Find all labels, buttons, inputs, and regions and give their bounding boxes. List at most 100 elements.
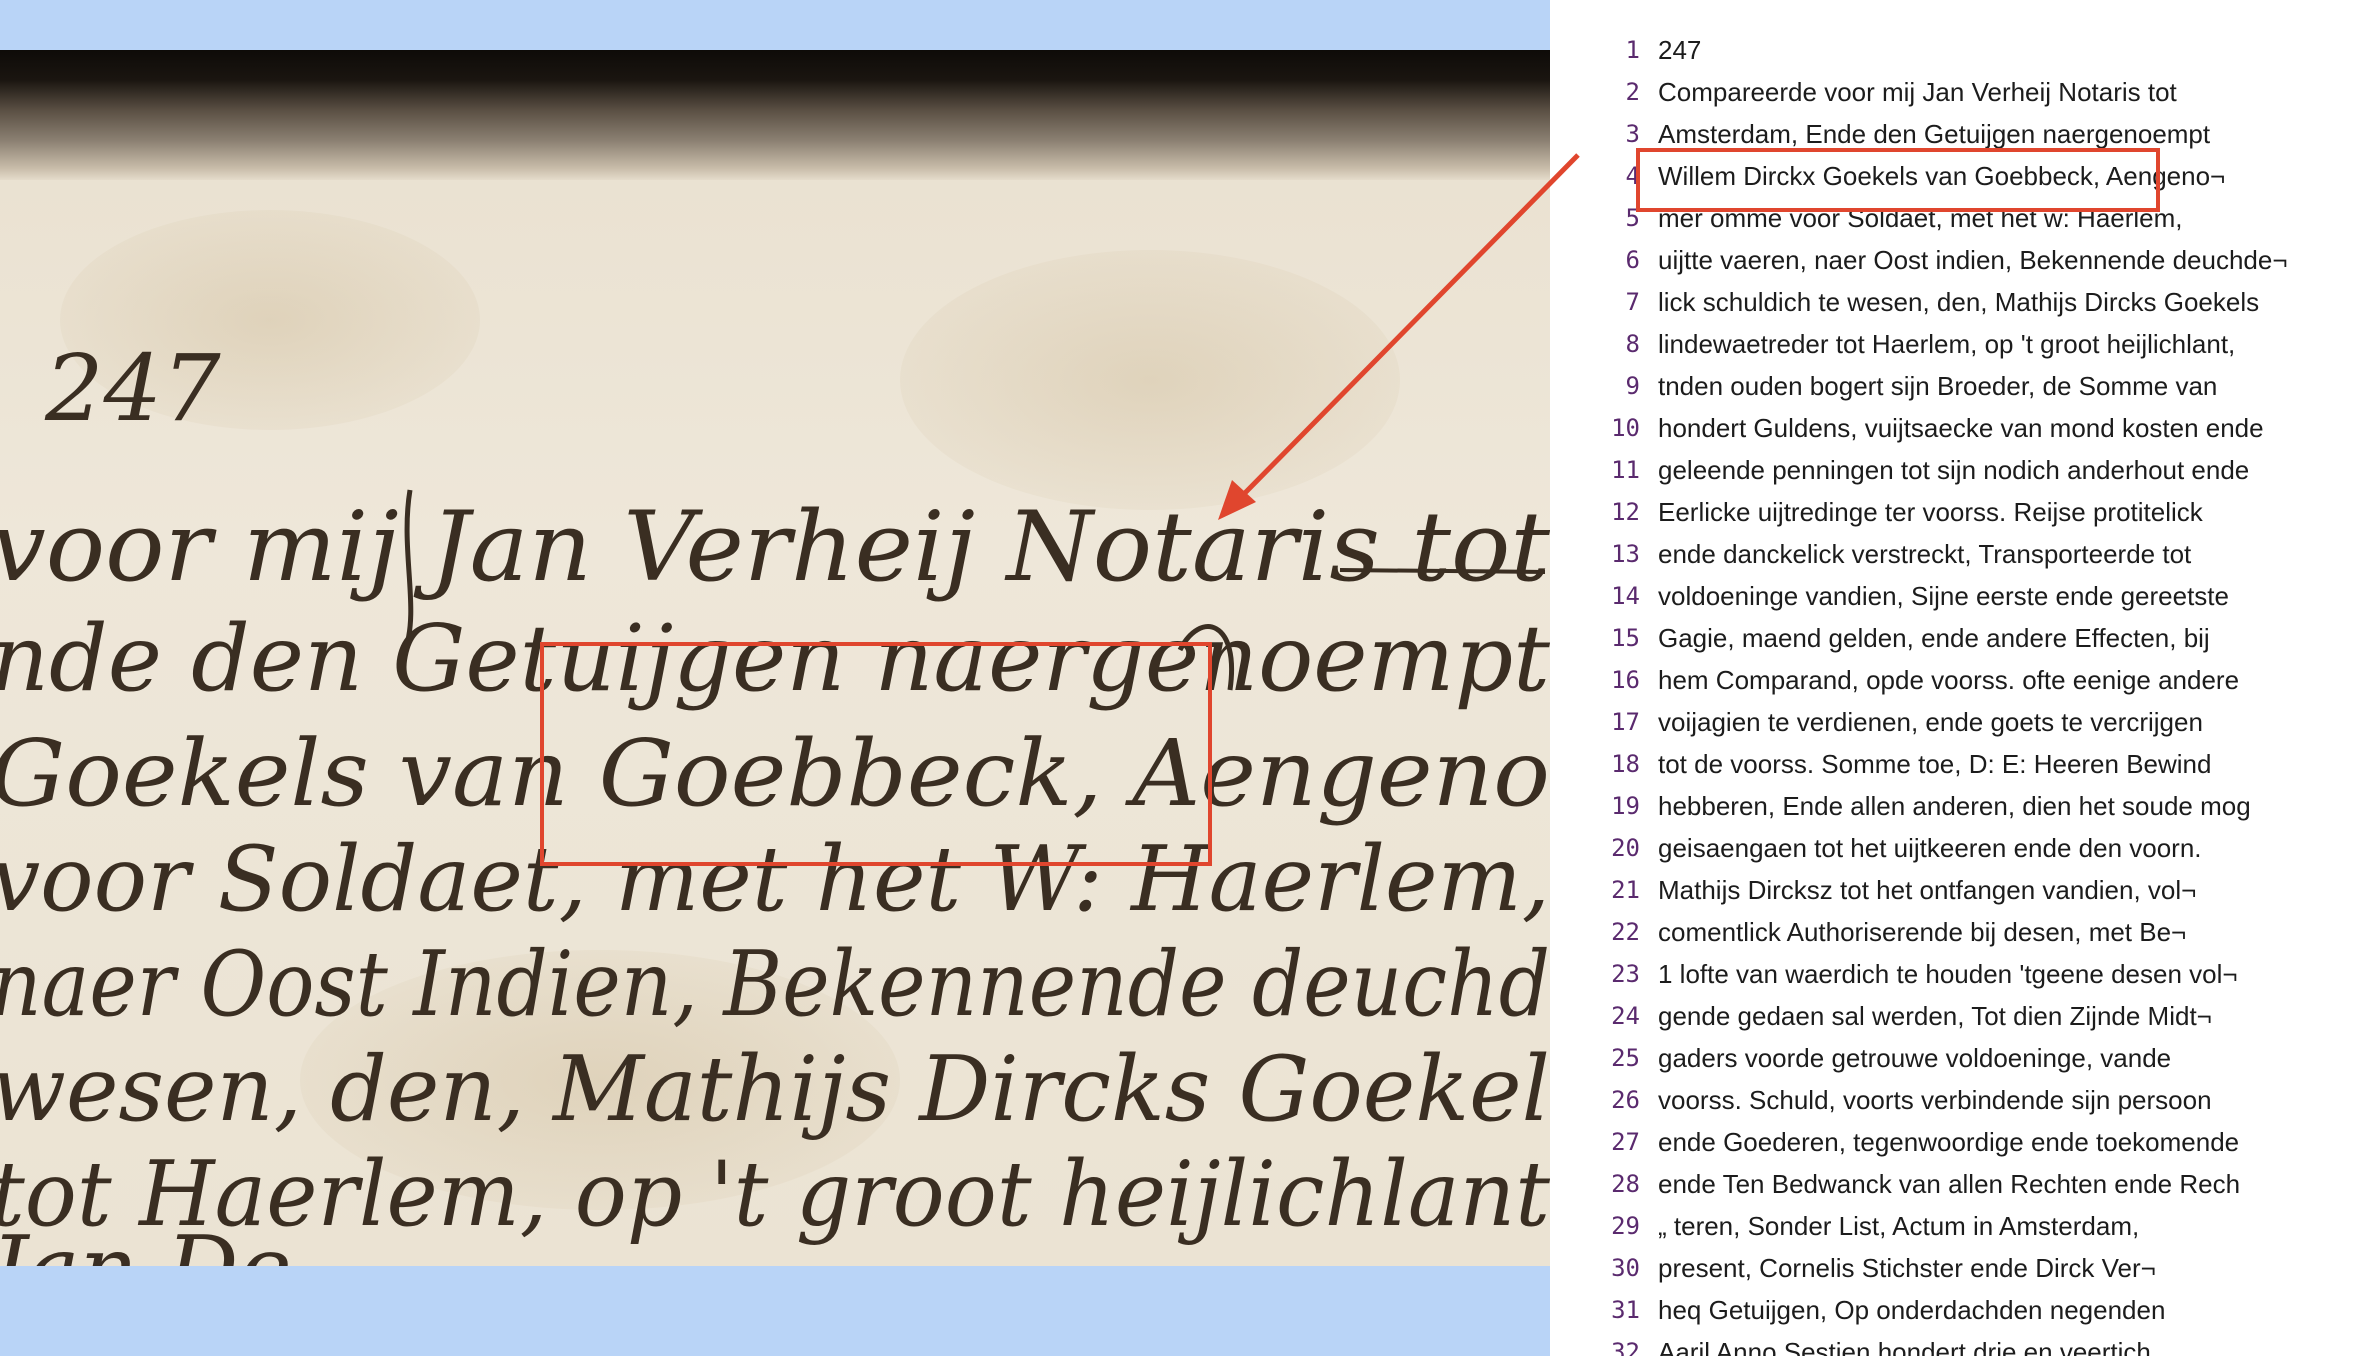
line-number: 29 [1611,1212,1640,1240]
line-text[interactable]: Eerlicke uijtredinge ter voorss. Reijse … [1658,497,2203,528]
line-number: 9 [1625,372,1640,400]
line-text[interactable]: 1 lofte van waerdich te houden 'tgeene d… [1658,959,2238,990]
transcription-line[interactable]: 9 tnden ouden bogert sijn Broeder, de Som… [1550,365,2360,407]
transcription-line[interactable]: 14 voldoeninge vandien, Sijne eerste ende… [1550,575,2360,617]
transcription-line[interactable]: 4 Willem Dirckx Goekels van Goebbeck, Aen… [1550,155,2360,197]
transcription-line[interactable]: 25 gaders voorde getrouwe voldoeninge, va… [1550,1037,2360,1079]
transcription-line[interactable]: 2 Compareerde voor mij Jan Verheij Notari… [1550,71,2360,113]
line-number: 13 [1611,540,1640,568]
line-number: 11 [1611,456,1640,484]
line-number: 26 [1611,1086,1640,1114]
line-text[interactable]: heq Getuijgen, Op onderdachden negenden [1658,1295,2165,1326]
handwritten-line: naer Oost Indien, Bekennende deuchd [0,932,1550,1037]
transcription-line[interactable]: 12 Eerlicke uijtredinge ter voorss. Reijs… [1550,491,2360,533]
line-number: 17 [1611,708,1640,736]
transcription-line[interactable]: 3 Amsterdam, Ende den Getuijgen naergenoe… [1550,113,2360,155]
transcription-line[interactable]: 23 1 lofte van waerdich te houden 'tgeene… [1550,953,2360,995]
transcription-line[interactable]: 22 comentlick Authoriserende bij desen, m… [1550,911,2360,953]
transcription-line[interactable]: 32 Aaril Anno Sestien hondert drie en vee… [1550,1331,2360,1356]
transcription-line[interactable]: 15 Gagie, maend gelden, ende andere Effec… [1550,617,2360,659]
line-text[interactable]: geleende penningen tot sijn nodich ander… [1658,455,2249,486]
line-text[interactable]: Willem Dirckx Goekels van Goebbeck, Aeng… [1658,161,2225,192]
line-number: 14 [1611,582,1640,610]
line-text[interactable]: hebberen, Ende allen anderen, dien het s… [1658,791,2251,822]
line-number: 32 [1611,1338,1640,1356]
transcription-line[interactable]: 17 voijagien te verdienen, ende goets te … [1550,701,2360,743]
line-text[interactable]: present, Cornelis Stichster ende Dirck V… [1658,1253,2156,1284]
transcription-line[interactable]: 6 uijtte vaeren, naer Oost indien, Bekenn… [1550,239,2360,281]
line-number: 6 [1625,246,1640,274]
line-text[interactable]: ende Goederen, tegenwoordige ende toekom… [1658,1127,2239,1158]
line-number: 4 [1625,162,1640,190]
line-text[interactable]: comentlick Authoriserende bij desen, met… [1658,917,2186,948]
transcription-line[interactable]: 10 hondert Guldens, vuijtsaecke van mond … [1550,407,2360,449]
transcription-line[interactable]: 1 247 [1550,29,2360,71]
line-text[interactable]: ende danckelick verstreckt, Transporteer… [1658,539,2191,570]
line-number: 23 [1611,960,1640,988]
line-number: 30 [1611,1254,1640,1282]
line-text[interactable]: Aaril Anno Sestien hondert drie en veert… [1658,1337,2151,1356]
transcription-line[interactable]: 27 ende Goederen, tegenwoordige ende toek… [1550,1121,2360,1163]
transcription-line[interactable]: 28 ende Ten Bedwanck van allen Rechten en… [1550,1163,2360,1205]
line-text[interactable]: Gagie, maend gelden, ende andere Effecte… [1658,623,2210,654]
line-text[interactable]: hem Comparand, opde voorss. ofte eenige … [1658,665,2239,696]
line-text[interactable]: Mathijs Dircksz tot het ontfangen vandie… [1658,875,2196,906]
transcription-line[interactable]: 30 present, Cornelis Stichster ende Dirck… [1550,1247,2360,1289]
line-text[interactable]: lindewaetreder tot Haerlem, op 't groot … [1658,329,2235,360]
transcription-line[interactable]: 20 geisaengaen tot het uijtkeeren ende de… [1550,827,2360,869]
line-number: 28 [1611,1170,1640,1198]
transcription-line[interactable]: 31 heq Getuijgen, Op onderdachden negende… [1550,1289,2360,1331]
transcription-line[interactable]: 7 lick schuldich te wesen, den, Mathijs D… [1550,281,2360,323]
transcription-line[interactable]: 16 hem Comparand, opde voorss. ofte eenig… [1550,659,2360,701]
transcription-line[interactable]: 21 Mathijs Dircksz tot het ontfangen vand… [1550,869,2360,911]
handwritten-line: Jan De [0,1217,292,1266]
handwritten-line: voor mij Jan Verheij Notaris tot [0,491,1550,603]
line-number: 7 [1625,288,1640,316]
transcription-line[interactable]: 24 gende gedaen sal werden, Tot dien Zijn… [1550,995,2360,1037]
line-text[interactable]: 247 [1658,35,1701,66]
line-number: 25 [1611,1044,1640,1072]
transcription-line[interactable]: 26 voorss. Schuld, voorts verbindende sij… [1550,1079,2360,1121]
line-number: 16 [1611,666,1640,694]
line-text[interactable]: geisaengaen tot het uijtkeeren ende den … [1658,833,2202,864]
handwritten-line: voor Soldaet, met het W: Haerlem, [0,827,1550,932]
line-text[interactable]: hondert Guldens, vuijtsaecke van mond ko… [1658,413,2264,444]
line-text[interactable]: uijtte vaeren, naer Oost indien, Bekenne… [1658,245,2288,276]
line-text[interactable]: gaders voorde getrouwe voldoeninge, vand… [1658,1043,2171,1074]
transcription-line[interactable]: 13 ende danckelick verstreckt, Transporte… [1550,533,2360,575]
line-number: 20 [1611,834,1640,862]
transcription-panel[interactable]: 1 247 2 Compareerde voor mij Jan Verheij No… [1550,0,2360,1356]
scan-viewer[interactable]: 247 voor mij Jan Verheij Notaris tot nde… [0,0,1550,1356]
line-text[interactable]: Amsterdam, Ende den Getuijgen naergenoem… [1658,119,2210,150]
line-number: 2 [1625,78,1640,106]
line-text[interactable]: ende Ten Bedwanck van allen Rechten ende… [1658,1169,2240,1200]
line-number: 18 [1611,750,1640,778]
handwritten-line: Goekels van Goebbeck, Aengeno [0,720,1550,827]
manuscript-scan-image[interactable]: 247 voor mij Jan Verheij Notaris tot nde… [0,50,1550,1266]
handwritten-page-number: 247 [44,335,221,442]
transcription-line[interactable]: 29 „ teren, Sonder List, Actum in Amsterd… [1550,1205,2360,1247]
line-text[interactable]: tot de voorss. Somme toe, D: E: Heeren B… [1658,749,2211,780]
line-text[interactable]: tnden ouden bogert sijn Broeder, de Somm… [1658,371,2217,402]
line-text[interactable]: „ teren, Sonder List, Actum in Amsterdam… [1658,1211,2139,1242]
transcription-line[interactable]: 5 mer omme voor Soldaet, met het w: Haerl… [1550,197,2360,239]
line-text[interactable]: lick schuldich te wesen, den, Mathijs Di… [1658,287,2259,318]
line-number: 3 [1625,120,1640,148]
transcription-line[interactable]: 18 tot de voorss. Somme toe, D: E: Heeren… [1550,743,2360,785]
line-number: 19 [1611,792,1640,820]
line-number: 5 [1625,204,1640,232]
line-text[interactable]: Compareerde voor mij Jan Verheij Notaris… [1658,77,2177,108]
transcription-line[interactable]: 8 lindewaetreder tot Haerlem, op 't groot… [1550,323,2360,365]
line-text[interactable]: voldoeninge vandien, Sijne eerste ende g… [1658,581,2229,612]
line-number: 27 [1611,1128,1640,1156]
transcription-line[interactable]: 19 hebberen, Ende allen anderen, dien het… [1550,785,2360,827]
line-text[interactable]: mer omme voor Soldaet, met het w: Haerle… [1658,203,2183,234]
transcription-line[interactable]: 11 geleende penningen tot sijn nodich and… [1550,449,2360,491]
line-text[interactable]: voorss. Schuld, voorts verbindende sijn … [1658,1085,2212,1116]
line-number: 22 [1611,918,1640,946]
line-number: 1 [1625,36,1640,64]
handwritten-line: wesen, den, Mathijs Dircks Goekel [0,1037,1550,1142]
line-number: 24 [1611,1002,1640,1030]
line-text[interactable]: voijagien te verdienen, ende goets te ve… [1658,707,2203,738]
line-text[interactable]: gende gedaen sal werden, Tot dien Zijnde… [1658,1001,2212,1032]
